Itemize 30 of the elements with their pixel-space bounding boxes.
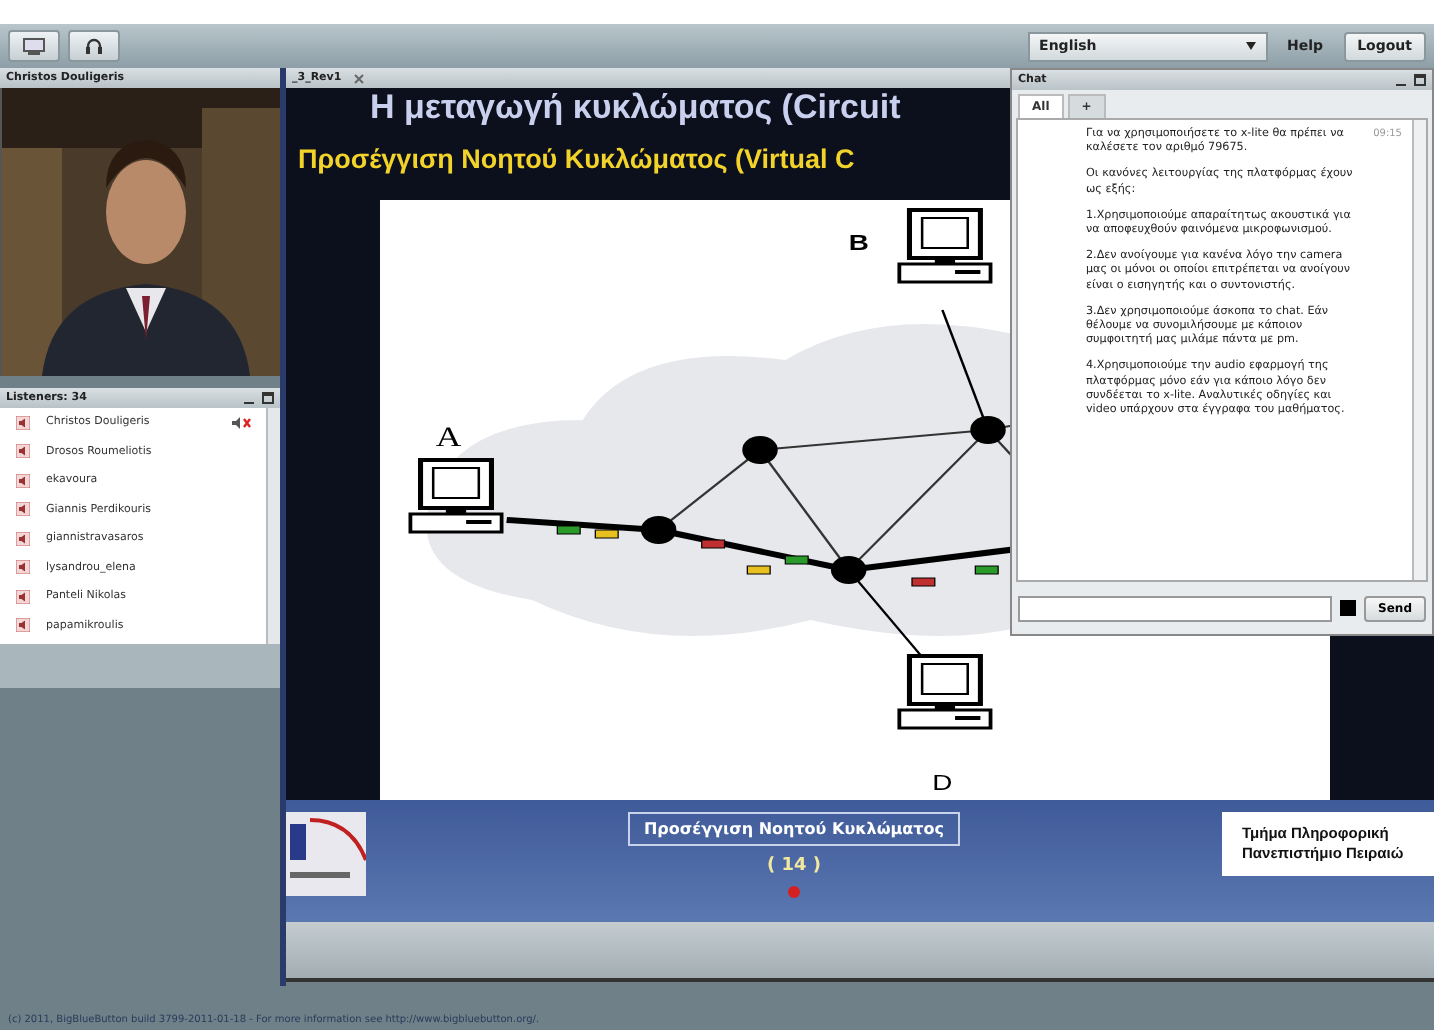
scrollbar[interactable] xyxy=(266,408,280,644)
speaker-icon xyxy=(16,473,30,488)
headset-icon xyxy=(84,36,104,56)
maximize-icon[interactable] xyxy=(262,392,274,404)
speaker-icon xyxy=(16,531,30,546)
slide-title: Η μεταγωγή κυκλώματος (Circuit xyxy=(370,88,901,128)
speaker-icon xyxy=(16,415,30,430)
message-input[interactable] xyxy=(1018,595,1333,621)
pointer-dot xyxy=(788,886,800,898)
slide-caption: Προσέγγιση Νοητού Κυκλώματος xyxy=(627,812,961,846)
node-label: A xyxy=(435,423,462,453)
speaker-icon xyxy=(16,589,30,604)
color-picker[interactable] xyxy=(1340,600,1357,616)
node-label: D xyxy=(932,770,953,796)
headset-button[interactable] xyxy=(68,30,120,62)
computer-icon xyxy=(897,207,993,284)
maximize-icon[interactable] xyxy=(1414,74,1426,86)
desktop-share-button[interactable] xyxy=(8,30,60,62)
scrollbar[interactable] xyxy=(1412,120,1426,580)
caret-icon xyxy=(1245,42,1256,50)
speaker-icon xyxy=(16,444,30,459)
monitor-icon xyxy=(22,37,46,55)
node-label: B xyxy=(848,230,869,256)
slide-subtitle: Προσέγγιση Νοητού Κυκλώματος (Virtual C xyxy=(298,144,855,174)
speaker-icon xyxy=(16,502,30,517)
speaker-icon xyxy=(16,560,30,575)
page-number: ( 14 ) xyxy=(766,856,822,876)
logo-icon xyxy=(286,812,366,896)
speaker-icon xyxy=(16,618,30,633)
close-icon[interactable] xyxy=(353,73,364,83)
